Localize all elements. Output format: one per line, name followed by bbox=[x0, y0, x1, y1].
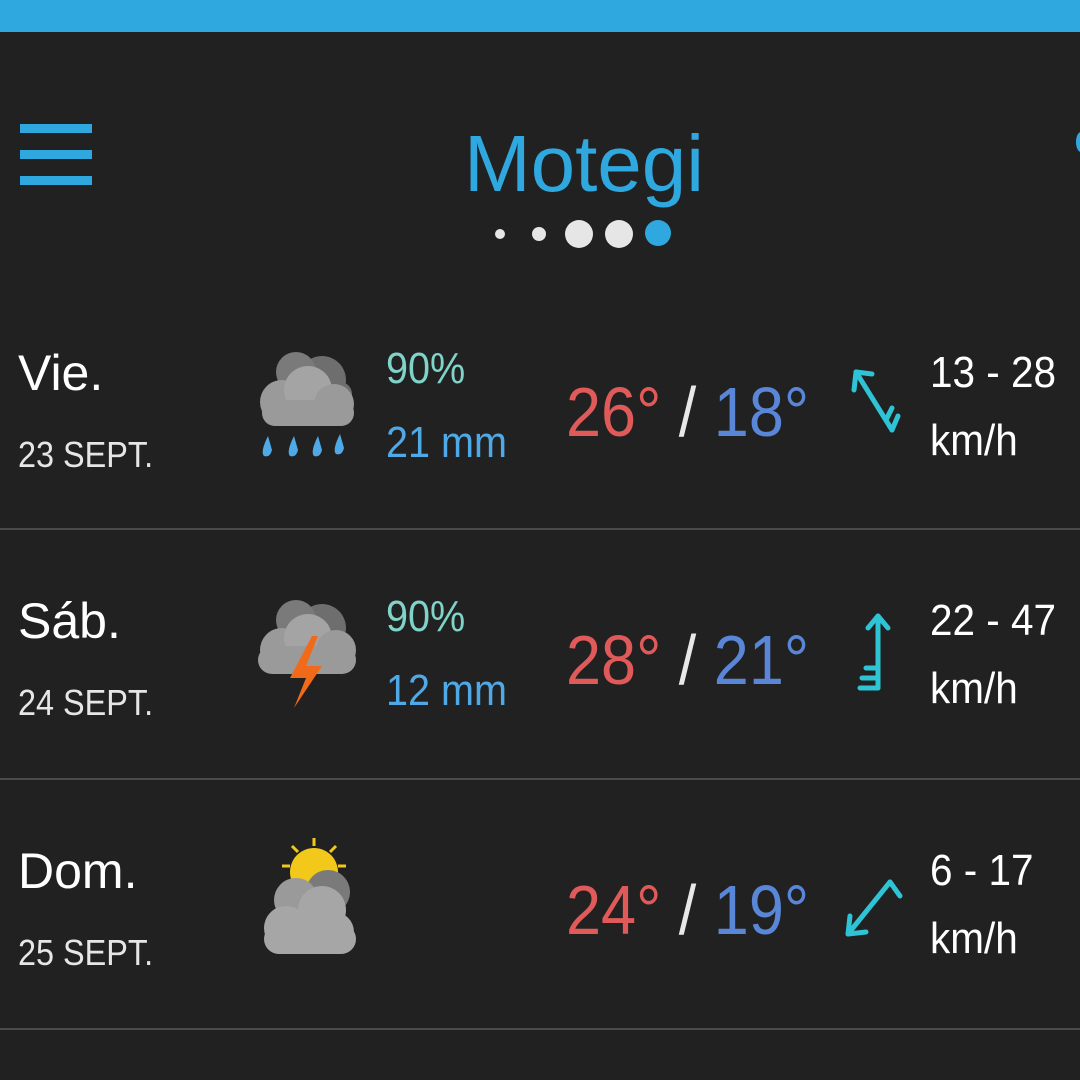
thunderstorm-cloud-icon bbox=[258, 600, 356, 708]
wind-speed-range: 13 - 28 bbox=[930, 348, 1057, 397]
precipitation-amount: 12 mm bbox=[386, 666, 508, 715]
wind-speed-range: 6 - 17 bbox=[930, 846, 1034, 895]
temp-separator: / bbox=[678, 373, 697, 451]
page-dot-3[interactable] bbox=[565, 220, 593, 248]
forecast-list: Vie. 23 SEPT. 90% 21 mm 26° / 18° 13 - 2… bbox=[0, 282, 1080, 1030]
page-dot-5-active[interactable] bbox=[645, 220, 671, 246]
wind-speed-unit: km/h bbox=[930, 416, 1018, 465]
day-date: 24 SEPT. bbox=[18, 682, 154, 723]
wind-arrow-northwest-icon bbox=[851, 369, 901, 433]
temperature-range: 26° / 18° bbox=[566, 372, 809, 452]
temp-min: 18° bbox=[713, 373, 810, 451]
temp-max: 26° bbox=[566, 373, 662, 451]
page-indicator[interactable] bbox=[0, 220, 1080, 262]
page-dot-4[interactable] bbox=[605, 220, 633, 248]
day-name: Vie. bbox=[18, 345, 104, 401]
day-date: 23 SEPT. bbox=[18, 434, 154, 475]
app-header: Motegi bbox=[0, 32, 1080, 282]
forecast-row[interactable]: Dom. 25 SEPT. 24° / 19° 6 - 17 km/h bbox=[0, 780, 1080, 1030]
wind-arrow-northeast-icon bbox=[845, 879, 903, 937]
day-name: Sáb. bbox=[18, 593, 121, 649]
temp-separator: / bbox=[678, 871, 697, 949]
wind-speed-range: 22 - 47 bbox=[930, 596, 1057, 645]
temperature-range: 28° / 21° bbox=[566, 620, 809, 700]
precipitation-probability: 90% bbox=[386, 592, 466, 641]
temp-min: 21° bbox=[713, 621, 810, 699]
temperature-range: 24° / 19° bbox=[566, 870, 809, 950]
rain-cloud-icon bbox=[260, 352, 354, 457]
page-dot-1[interactable] bbox=[495, 229, 505, 239]
wind-speed-unit: km/h bbox=[930, 914, 1018, 963]
precipitation-amount: 21 mm bbox=[386, 418, 508, 467]
temp-separator: / bbox=[678, 621, 697, 699]
city-title: Motegi bbox=[463, 119, 705, 208]
wind-speed-unit: km/h bbox=[930, 664, 1018, 713]
day-date: 25 SEPT. bbox=[18, 932, 154, 973]
temp-max: 24° bbox=[566, 871, 662, 949]
temp-max: 28° bbox=[566, 621, 662, 699]
wind-arrow-north-icon bbox=[857, 613, 891, 691]
partly-cloudy-icon bbox=[264, 838, 356, 954]
forecast-row[interactable]: Sáb. 24 SEPT. 90% 12 mm 28° / 21° 22 - 4… bbox=[0, 530, 1080, 780]
temp-min: 19° bbox=[713, 871, 810, 949]
page-dot-2[interactable] bbox=[532, 227, 546, 241]
status-bar bbox=[0, 0, 1080, 32]
forecast-row[interactable]: Vie. 23 SEPT. 90% 21 mm 26° / 18° 13 - 2… bbox=[0, 282, 1080, 530]
edge-indicator bbox=[1076, 132, 1080, 152]
day-name: Dom. bbox=[18, 843, 138, 899]
precipitation-probability: 90% bbox=[386, 344, 466, 393]
